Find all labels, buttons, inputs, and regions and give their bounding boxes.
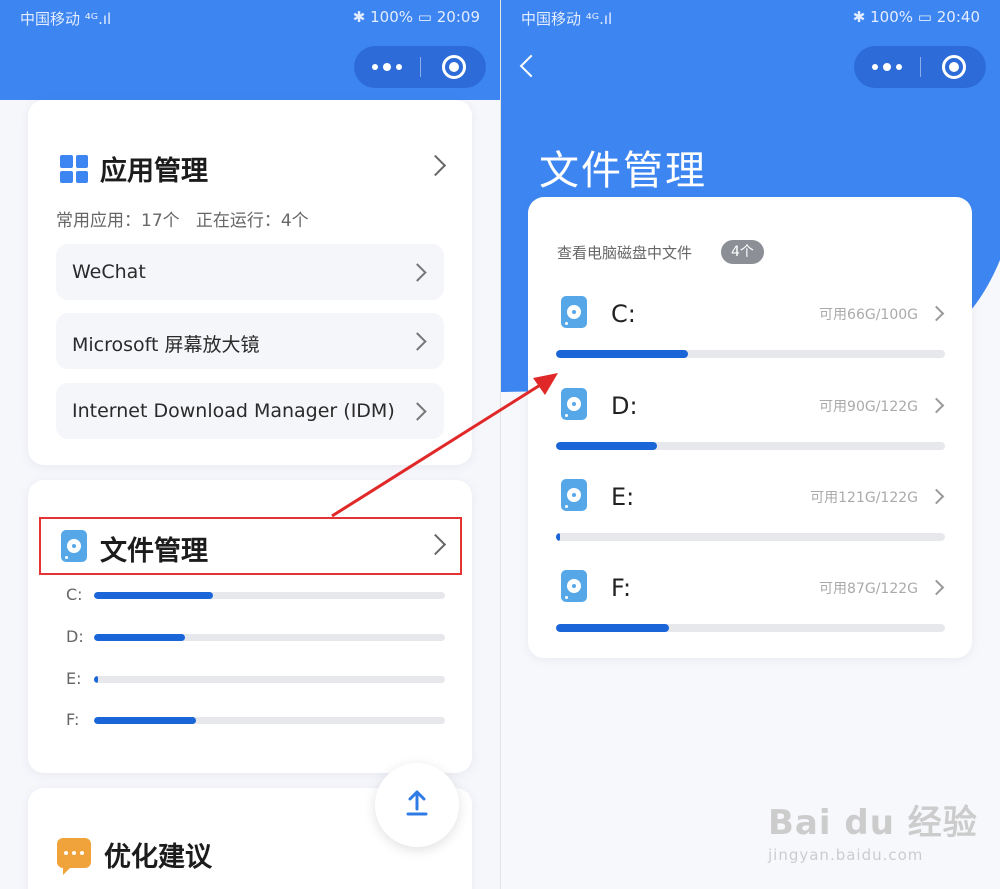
disk-row-c[interactable]: C: 可用66G/100G (556, 292, 946, 362)
chevron-right-icon (928, 579, 945, 596)
disk-row-d[interactable]: D: 可用90G/122G (556, 384, 946, 454)
disk-available: 可用66G/100G (819, 307, 918, 323)
clock-label: 20:40 (936, 8, 980, 26)
battery-label: 100% (870, 8, 914, 26)
usage-bar-fill (556, 533, 560, 541)
home-screen: 中国移动 ⁴ᴳ.ıl ✱ 100% ▭ 20:09 应用管理 常用应用：17个 … (0, 0, 500, 889)
hard-disk-icon (561, 479, 587, 511)
disk-name: D: (611, 392, 638, 420)
chevron-right-icon (928, 397, 945, 414)
scroll-top-button[interactable] (375, 763, 459, 847)
more-menu-button[interactable] (354, 46, 420, 88)
disk-name: F: (611, 574, 632, 602)
more-menu-button[interactable] (854, 46, 920, 88)
clock-label: 20:09 (436, 8, 480, 26)
usage-bar-track (94, 592, 445, 599)
usage-bar-track (556, 442, 945, 450)
chevron-right-icon[interactable] (424, 154, 447, 177)
battery-icon: ▭ (417, 8, 432, 26)
disk-row-e[interactable]: E: 可用121G/122G (556, 475, 946, 545)
usage-bar-fill (556, 442, 658, 450)
usage-bar-track (556, 350, 945, 358)
disk-count-badge: 4个 (721, 240, 764, 264)
usage-bar-track (94, 634, 445, 641)
hard-disk-icon (561, 570, 587, 602)
hard-disk-icon (561, 296, 587, 328)
chevron-right-icon (928, 305, 945, 322)
message-icon (57, 838, 91, 875)
chevron-right-icon (408, 263, 427, 282)
app-management-title: 应用管理 (100, 156, 208, 187)
app-summary: 常用应用：17个 正在运行：4个 (56, 211, 309, 231)
drive-usage-row: C: (66, 585, 446, 605)
drive-label: F: (66, 710, 80, 729)
status-right: ✱ 100% ▭ 20:09 (353, 8, 480, 26)
usage-bar-track (556, 624, 945, 632)
drive-usage-row: D: (66, 627, 446, 647)
page-title: 文件管理 (539, 148, 707, 194)
disk-available: 可用121G/122G (810, 490, 918, 506)
watermark-url: jingyan.baidu.com (768, 846, 924, 864)
usage-bar-track (556, 533, 945, 541)
carrier-label: 中国移动 ⁴ᴳ.ıl (20, 10, 112, 28)
baidu-watermark: Bai du 经验 jingyan.baidu.com (768, 795, 978, 864)
miniprogram-capsule (354, 46, 486, 88)
disk-row-f[interactable]: F: 可用87G/122G (556, 566, 946, 636)
optimize-title: 优化建议 (104, 842, 212, 873)
close-miniprogram-button[interactable] (942, 55, 966, 79)
miniprogram-capsule (854, 46, 986, 88)
battery-icon: ▭ (917, 8, 932, 26)
usage-bar-fill (94, 634, 186, 641)
disk-list-subtitle: 查看电脑磁盘中文件 (557, 244, 693, 262)
app-grid-icon (60, 155, 88, 183)
battery-label: 100% (370, 8, 414, 26)
disk-available: 可用87G/122G (819, 581, 918, 597)
app-item-magnifier[interactable]: Microsoft 屏幕放大镜 (56, 313, 444, 369)
usage-bar-fill (94, 676, 98, 683)
file-management-screen: 中国移动 ⁴ᴳ.ıl ✱ 100% ▭ 20:40 文件管理 查看电脑磁盘中文件… (501, 0, 1000, 889)
chevron-right-icon (928, 488, 945, 505)
chevron-right-icon (408, 402, 427, 421)
bluetooth-icon: ✱ (352, 8, 366, 26)
drive-label: D: (66, 627, 84, 646)
usage-bar-fill (556, 350, 689, 358)
bluetooth-icon: ✱ (852, 8, 866, 26)
disk-name: C: (611, 300, 636, 328)
app-item-wechat[interactable]: WeChat (56, 244, 444, 300)
app-item-label: WeChat (72, 261, 146, 283)
usage-bar-fill (556, 624, 669, 632)
app-item-label: Microsoft 屏幕放大镜 (72, 334, 260, 356)
usage-bar-fill (94, 717, 196, 724)
watermark-brand: Bai du 经验 (768, 803, 978, 843)
usage-bar-fill (94, 592, 214, 599)
chevron-right-icon (408, 332, 427, 351)
app-item-label: Internet Download Manager (IDM) (72, 400, 395, 422)
upload-icon (406, 790, 428, 816)
carrier-label: 中国移动 ⁴ᴳ.ıl (521, 10, 613, 28)
status-right: ✱ 100% ▭ 20:40 (853, 8, 980, 26)
usage-bar-track (94, 717, 445, 724)
close-miniprogram-button[interactable] (442, 55, 466, 79)
highlight-box (39, 517, 462, 575)
status-bar: 中国移动 ⁴ᴳ.ıl ✱ 100% ▭ 20:09 (0, 0, 500, 34)
disk-available: 可用90G/122G (819, 399, 918, 415)
drive-usage-row: E: (66, 669, 446, 689)
drive-label: C: (66, 585, 83, 604)
disk-name: E: (611, 483, 635, 511)
app-item-idm[interactable]: Internet Download Manager (IDM) (56, 383, 444, 439)
usage-bar-track (94, 676, 445, 683)
drive-usage-row: F: (66, 710, 446, 730)
hard-disk-icon (561, 388, 587, 420)
status-bar: 中国移动 ⁴ᴳ.ıl ✱ 100% ▭ 20:40 (501, 0, 1000, 34)
drive-label: E: (66, 669, 82, 688)
